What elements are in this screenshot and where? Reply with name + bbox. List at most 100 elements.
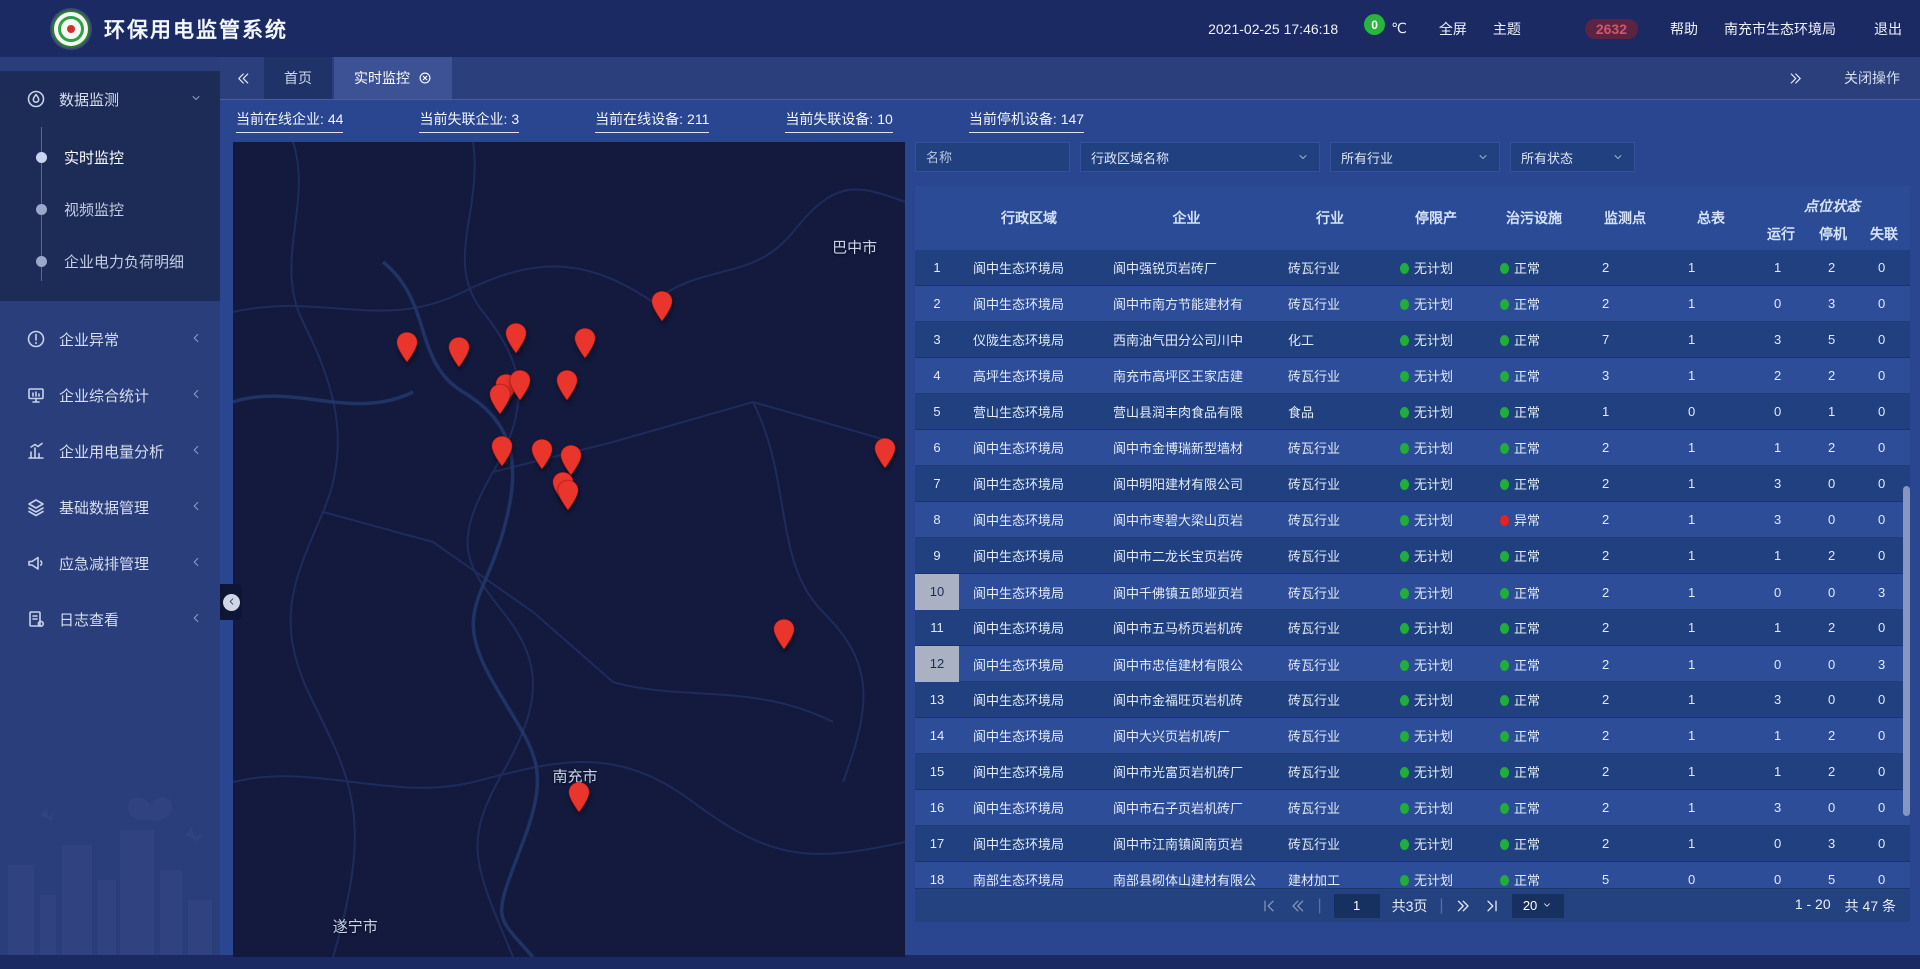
name-filter[interactable]	[915, 142, 1070, 172]
table-row[interactable]: 15 阆中生态环境局 阆中市光富页岩机砖厂 砖瓦行业 无计划 正常 2 1 1 …	[915, 754, 1910, 790]
first-page-icon[interactable]	[1261, 898, 1277, 914]
theme-button[interactable]: 主题	[1493, 19, 1527, 39]
tabs-scroll-left-icon[interactable]	[220, 57, 264, 99]
map-pin-icon[interactable]	[395, 331, 419, 363]
table-header: 行政区域 企业 行业 停限产 治污设施 监测点 总表 点位状态 运行 停机 失联	[915, 186, 1910, 250]
stat-item: 当前在线企业:44	[236, 109, 343, 133]
cell-halt: 0	[1808, 476, 1858, 491]
table-row[interactable]: 2 阆中生态环境局 阆中市南方节能建材有 砖瓦行业 无计划 正常 2 1 0 3…	[915, 286, 1910, 322]
cell-facility-status: 正常	[1486, 366, 1582, 385]
tab-close-icon[interactable]	[418, 71, 432, 85]
table-row[interactable]: 6 阆中生态环境局 阆中市金博瑞新型墙材 砖瓦行业 无计划 正常 2 1 1 2…	[915, 430, 1910, 466]
table-row[interactable]: 8 阆中生态环境局 阆中市枣碧大梁山页岩 砖瓦行业 无计划 异常 2 1 3 0…	[915, 502, 1910, 538]
cell-run: 0	[1754, 657, 1808, 672]
sidebar-subitem[interactable]: 视频监控	[0, 183, 220, 235]
table-row[interactable]: 17 阆中生态环境局 阆中市江南镇阆南页岩 砖瓦行业 无计划 正常 2 1 0 …	[915, 826, 1910, 862]
cell-region: 阆中生态环境局	[959, 690, 1099, 709]
last-page-icon[interactable]	[1484, 898, 1500, 914]
map-panel[interactable]: 巴中市南充市遂宁市	[233, 142, 905, 957]
help-button[interactable]: 帮助	[1664, 19, 1698, 39]
status-dot-icon	[1400, 263, 1409, 274]
table-row[interactable]: 3 仪陇生态环境局 西南油气田分公司川中 化工 无计划 正常 7 1 3 5 0	[915, 322, 1910, 358]
table-row[interactable]: 9 阆中生态环境局 阆中市二龙长宝页岩砖 砖瓦行业 无计划 正常 2 1 1 2…	[915, 538, 1910, 574]
status-filter-select[interactable]: 所有状态	[1510, 142, 1635, 172]
col-points: 监测点	[1582, 208, 1668, 228]
sidebar-subitem[interactable]: 实时监控	[0, 131, 220, 183]
map-pin-icon[interactable]	[556, 479, 580, 511]
industry-filter-select[interactable]: 所有行业	[1330, 142, 1500, 172]
chevron-down-icon	[1297, 151, 1309, 163]
map-pin-icon[interactable]	[772, 618, 796, 650]
name-filter-input[interactable]	[926, 150, 1059, 165]
sidebar-item[interactable]: 日志查看	[0, 591, 220, 647]
tabs-scroll-right-icon[interactable]	[1774, 71, 1818, 86]
table-row[interactable]: 5 营山生态环境局 营山县润丰肉食品有限 食品 无计划 正常 1 0 0 1 0	[915, 394, 1910, 430]
sidebar-item[interactable]: 企业异常	[0, 311, 220, 367]
temperature-unit: ℃	[1391, 20, 1407, 37]
map-pin-icon[interactable]	[555, 369, 579, 401]
map-pin-icon[interactable]	[488, 383, 512, 415]
org-selector[interactable]: 南充市生态环境局	[1724, 19, 1842, 39]
table-scrollbar[interactable]	[1903, 486, 1910, 816]
table-row[interactable]: 14 阆中生态环境局 阆中大兴页岩机砖厂 砖瓦行业 无计划 正常 2 1 1 2…	[915, 718, 1910, 754]
status-dot-icon	[1400, 299, 1409, 310]
prev-page-icon[interactable]	[1289, 898, 1305, 914]
cell-industry: 砖瓦行业	[1274, 546, 1386, 565]
city-label: 巴中市	[832, 237, 877, 258]
status-dot-icon	[1400, 335, 1409, 346]
map-pin-icon[interactable]	[504, 322, 528, 354]
cell-meters: 1	[1668, 800, 1754, 815]
map-pin-icon[interactable]	[447, 336, 471, 368]
page-size-select[interactable]: 20	[1512, 894, 1564, 918]
cell-halt: 0	[1808, 585, 1858, 600]
stat-label: 当前失联企业:	[419, 111, 507, 127]
table-row[interactable]: 10 阆中生态环境局 阆中千佛镇五郎垭页岩 砖瓦行业 无计划 正常 2 1 0 …	[915, 574, 1910, 610]
cell-meters: 1	[1668, 620, 1754, 635]
cell-company: 阆中市光富页岩机砖厂	[1099, 762, 1274, 781]
map-pin-icon[interactable]	[873, 438, 897, 470]
sidebar-item[interactable]: 企业综合统计	[0, 367, 220, 423]
cell-company: 南部县砌体山建材有限公	[1099, 870, 1274, 888]
map-pin-icon[interactable]	[650, 290, 674, 322]
map-pin-icon[interactable]	[530, 438, 554, 470]
table-row[interactable]: 12 阆中生态环境局 阆中市忠信建材有限公 砖瓦行业 无计划 正常 2 1 0 …	[915, 646, 1910, 682]
map-pin-icon[interactable]	[490, 435, 514, 467]
status-dot-icon	[1500, 407, 1509, 418]
cell-stop-status: 无计划	[1386, 870, 1486, 888]
exit-button[interactable]: 退出	[1868, 19, 1902, 39]
sidebar-item-label: 数据监测	[59, 89, 190, 110]
sidebar-collapse-button[interactable]	[220, 584, 242, 620]
map-pin-icon[interactable]	[573, 328, 597, 360]
table-row[interactable]: 13 阆中生态环境局 阆中市金福旺页岩机砖 砖瓦行业 无计划 正常 2 1 3 …	[915, 682, 1910, 718]
page-number-input[interactable]	[1334, 894, 1380, 918]
sidebar-item[interactable]: 基础数据管理	[0, 479, 220, 535]
sidebar-item[interactable]: 数据监测	[0, 71, 220, 127]
table-row[interactable]: 11 阆中生态环境局 阆中市五马桥页岩机砖 砖瓦行业 无计划 正常 2 1 1 …	[915, 610, 1910, 646]
cell-lost: 0	[1858, 296, 1910, 311]
sidebar-item[interactable]: 企业用电量分析	[0, 423, 220, 479]
notification-area[interactable]: 2632	[1579, 19, 1638, 39]
tab-active[interactable]: 实时监控	[334, 57, 452, 99]
tab-item[interactable]: 首页	[264, 57, 332, 99]
table-row[interactable]: 7 阆中生态环境局 阆中明阳建材有限公司 砖瓦行业 无计划 正常 2 1 3 0…	[915, 466, 1910, 502]
cell-meters: 1	[1668, 296, 1754, 311]
close-operations-button[interactable]: 关闭操作	[1844, 68, 1900, 88]
map-pin-icon[interactable]	[567, 781, 591, 813]
table-row[interactable]: 18 南部生态环境局 南部县砌体山建材有限公 建材加工 无计划 正常 5 0 0…	[915, 862, 1910, 888]
top-header: 环保用电监管系统 2021-02-25 17:46:18 0 ℃ 全屏 主题 2…	[0, 0, 1920, 57]
map-roads	[233, 142, 905, 957]
cell-points: 2	[1582, 836, 1668, 851]
table-row[interactable]: 4 高坪生态环境局 南充市高坪区王家店建 砖瓦行业 无计划 正常 3 1 2 2…	[915, 358, 1910, 394]
sidebar-subitem[interactable]: 企业电力负荷明细	[0, 235, 220, 287]
cell-region: 仪陇生态环境局	[959, 330, 1099, 349]
table-row[interactable]: 1 阆中生态环境局 阆中强锐页岩砖厂 砖瓦行业 无计划 正常 2 1 1 2 0	[915, 250, 1910, 286]
next-page-icon[interactable]	[1456, 898, 1472, 914]
fullscreen-button[interactable]: 全屏	[1433, 19, 1467, 39]
cell-meters: 1	[1668, 476, 1754, 491]
row-number: 10	[915, 574, 959, 610]
stat-label: 当前在线设备:	[595, 111, 683, 127]
sidebar-item[interactable]: 应急减排管理	[0, 535, 220, 591]
cell-run: 1	[1754, 548, 1808, 563]
region-filter-select[interactable]: 行政区域名称	[1080, 142, 1320, 172]
table-row[interactable]: 16 阆中生态环境局 阆中市石子页岩机砖厂 砖瓦行业 无计划 正常 2 1 3 …	[915, 790, 1910, 826]
